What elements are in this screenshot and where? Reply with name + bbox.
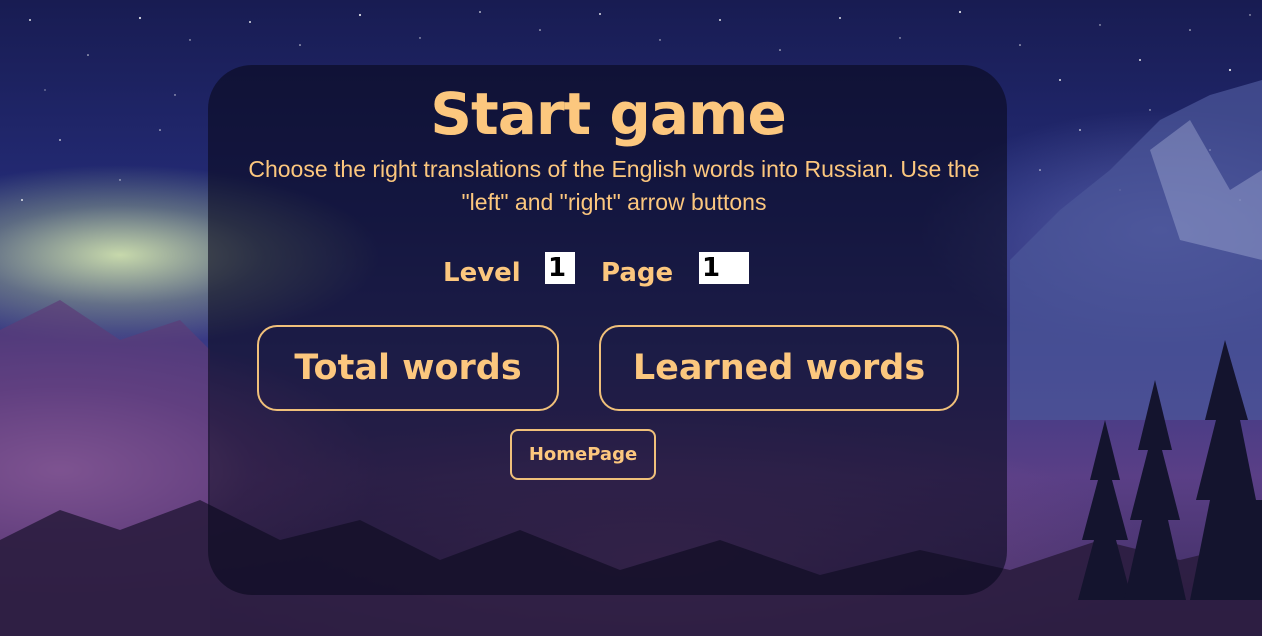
total-words-label: Total words: [294, 348, 522, 388]
learned-words-button[interactable]: Learned words: [599, 325, 959, 411]
game-description: Choose the right translations of the Eng…: [248, 156, 980, 215]
homepage-button[interactable]: HomePage: [510, 429, 656, 480]
learned-words-label: Learned words: [632, 348, 926, 388]
total-words-button[interactable]: Total words: [257, 325, 559, 411]
level-label: Level: [443, 258, 521, 288]
page-input[interactable]: [699, 252, 749, 284]
level-input[interactable]: [545, 252, 575, 284]
page-title: Start game: [430, 80, 787, 148]
page-label: Page: [601, 258, 674, 288]
homepage-label: HomePage: [528, 444, 638, 465]
